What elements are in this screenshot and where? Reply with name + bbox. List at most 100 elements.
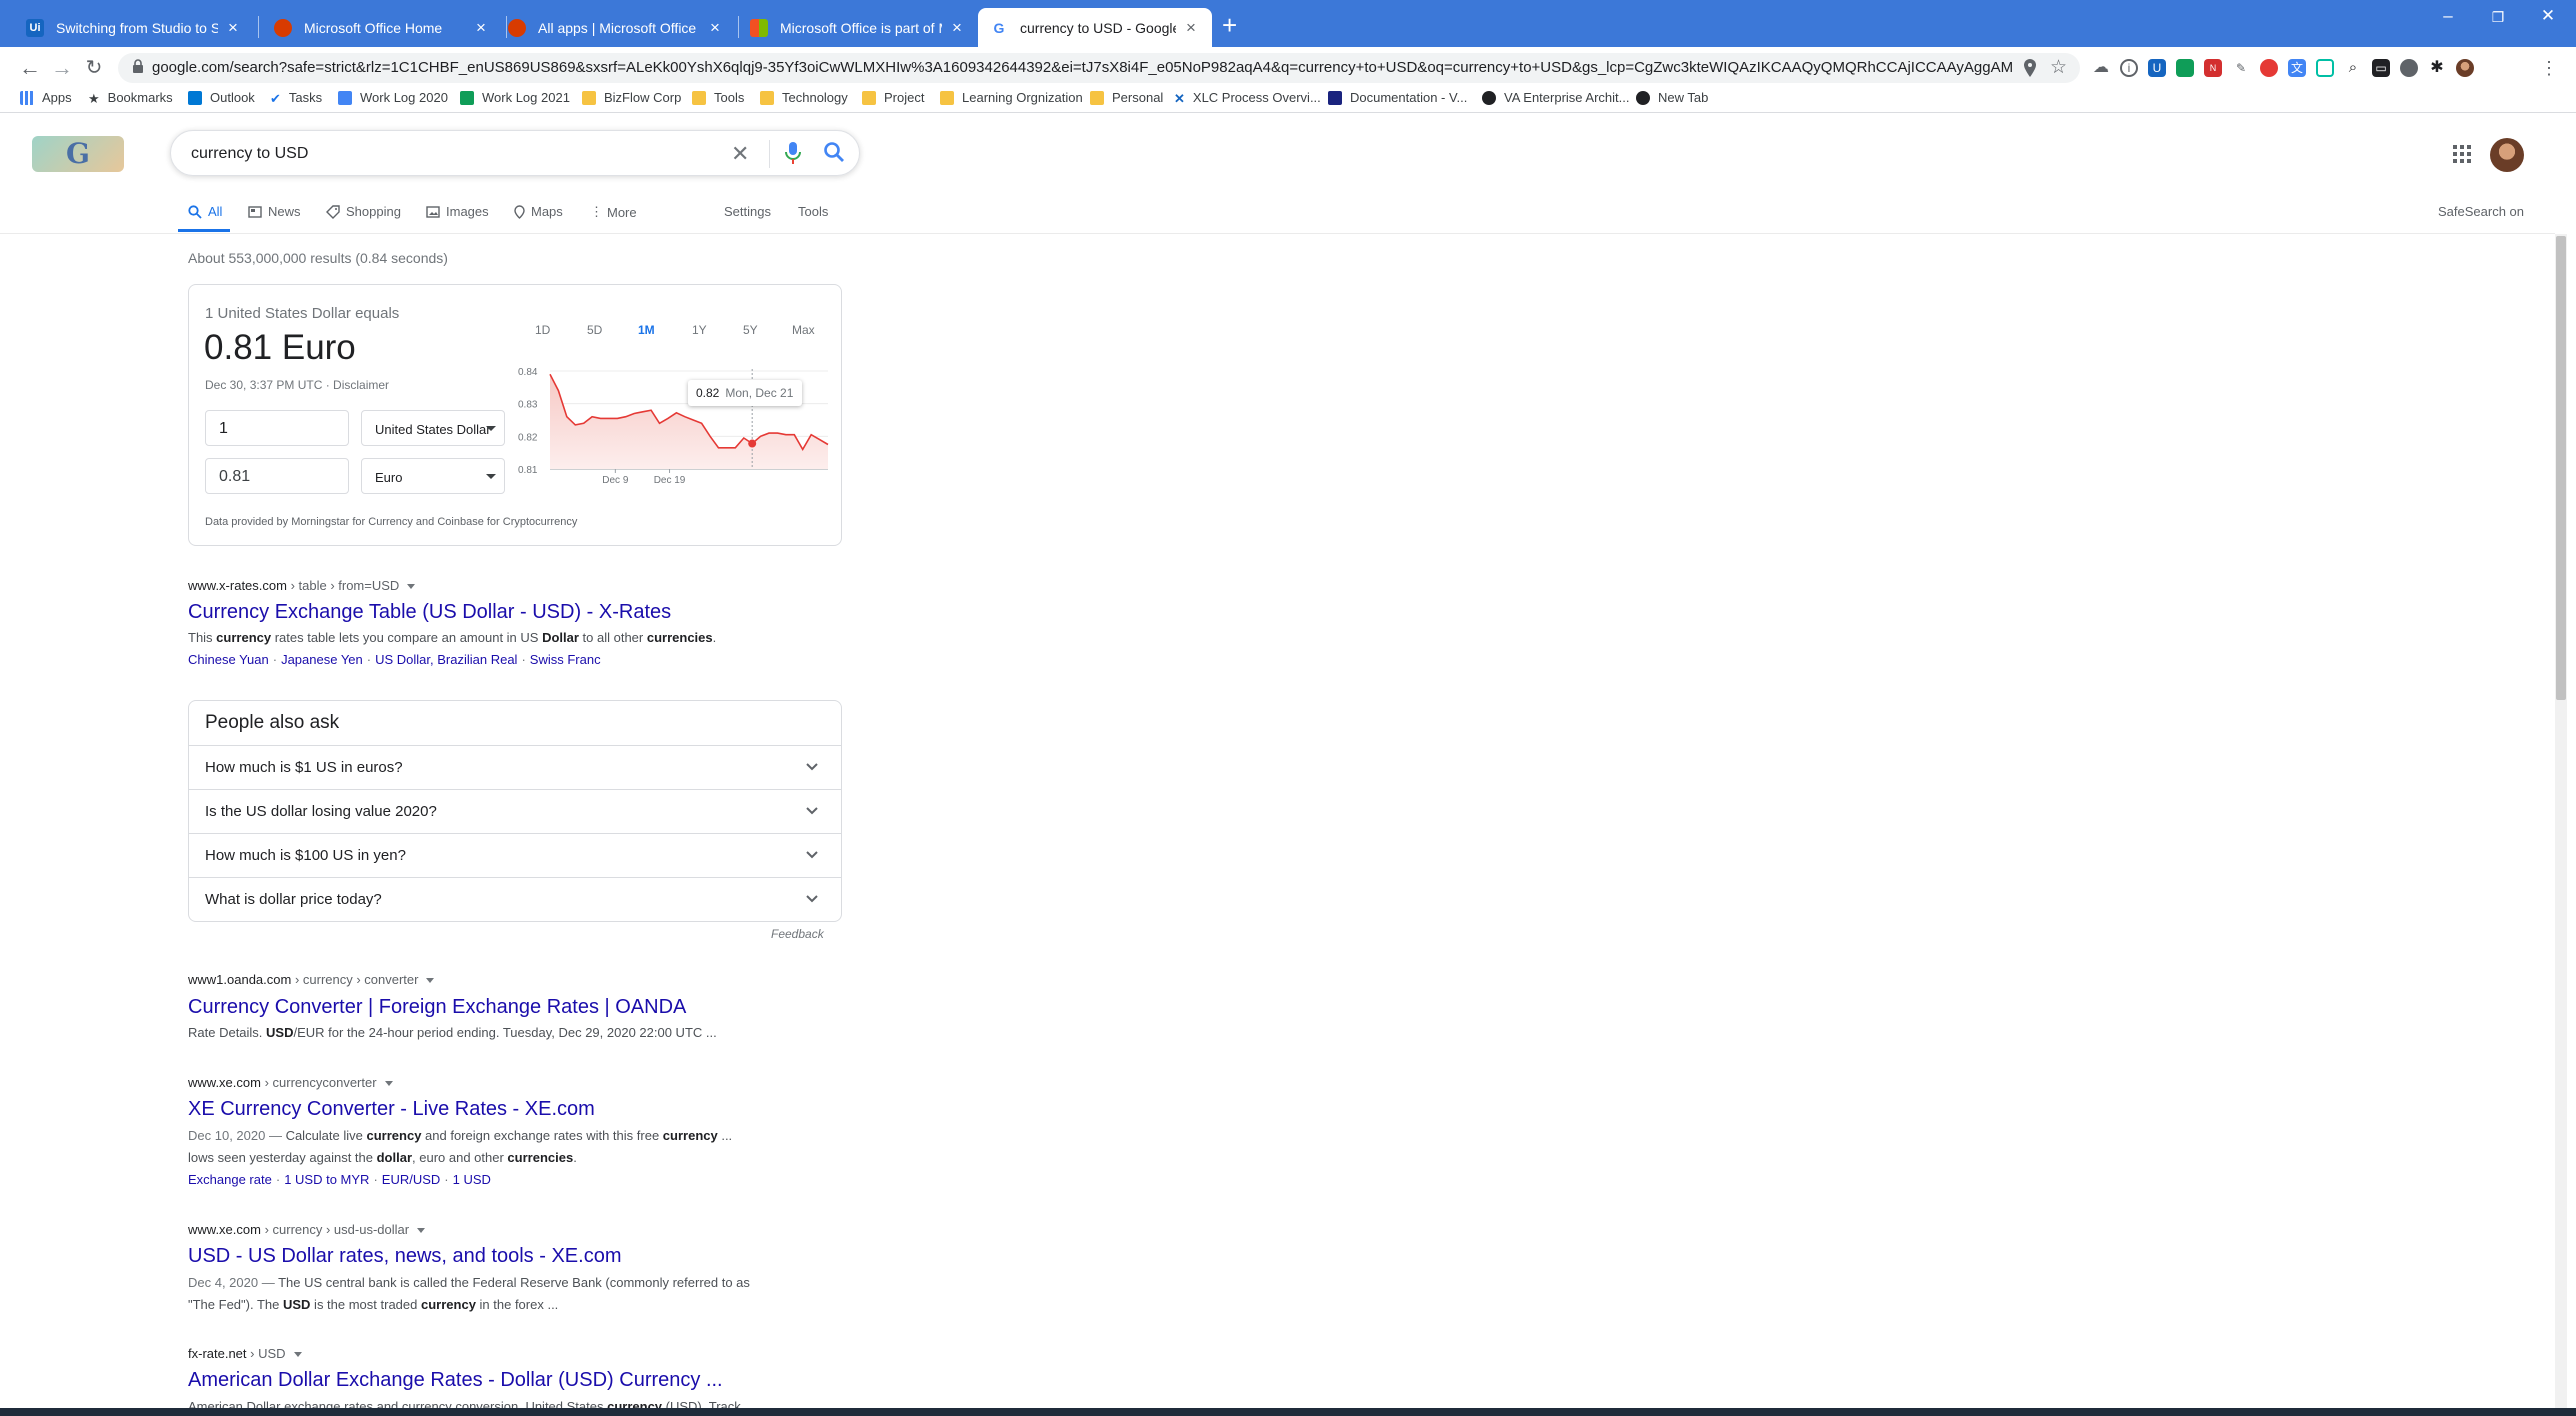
result-citation[interactable]: www.xe.com › currency › usd-us-dollar [188,1222,426,1237]
red-extension-icon[interactable] [2260,59,2278,77]
sitelink[interactable]: 1 USD [453,1172,491,1187]
translate-extension-icon[interactable]: 文 [2288,59,2306,77]
bookmark-bookmarks[interactable]: ★ Bookmarks [88,90,173,106]
from-amount-input[interactable]: 1 [205,410,349,446]
range-1d[interactable]: 1D [535,323,550,337]
chart-point[interactable] [573,423,577,427]
chart-point[interactable] [716,446,720,450]
tab-news[interactable]: News [248,204,301,219]
chart-point[interactable] [565,415,569,419]
chart-point[interactable] [691,418,695,422]
bookmark-work-log-2021[interactable]: Work Log 2021 [460,90,570,105]
tab-maps[interactable]: Maps [514,204,563,219]
bookmark-technology[interactable]: Technology [760,90,848,105]
caret-down-icon[interactable] [384,1081,393,1087]
close-tab-icon[interactable]: × [224,18,242,38]
browser-tab[interactable]: All apps | Microsoft Office × [496,8,736,47]
sitelink[interactable]: Japanese Yen [281,652,363,667]
chart-point[interactable] [556,389,560,393]
chart-point[interactable] [818,438,822,442]
sitelink[interactable]: Swiss Franc [530,652,601,667]
result-citation[interactable]: fx-rate.net › USD [188,1346,302,1361]
caret-down-icon[interactable] [407,584,416,590]
bookmark-xlc-process[interactable]: ✕ XLC Process Overvi... [1174,90,1321,106]
paa-question[interactable]: What is dollar price today? [189,877,841,921]
info-extension-icon[interactable]: i [2120,59,2138,77]
browser-tab[interactable]: Microsoft Office Home × [262,8,502,47]
clear-search-icon[interactable]: ✕ [731,141,749,167]
sitelink[interactable]: 1 USD to MYR [284,1172,369,1187]
chart-point[interactable] [733,446,737,450]
sheets-extension-icon[interactable] [2176,59,2194,77]
minimize-window-icon[interactable]: – [2428,6,2468,26]
bookmark-learning-orgnization[interactable]: Learning Orgnization [940,90,1083,105]
caret-down-icon[interactable] [293,1352,302,1358]
kebab-menu-icon[interactable]: ⋮ [2540,59,2558,77]
result-citation[interactable]: www1.oanda.com › currency › converter [188,972,435,987]
bookmark-work-log-2020[interactable]: Work Log 2020 [338,90,448,105]
reload-icon[interactable]: ↻ [80,55,108,80]
account-avatar[interactable] [2490,138,2524,172]
result-citation[interactable]: www.x-rates.com › table › from=USD [188,578,416,593]
paa-question[interactable]: How much is $100 US in yen? [189,833,841,877]
google-apps-grid-icon[interactable] [2452,144,2472,164]
close-window-icon[interactable]: ✕ [2528,6,2568,26]
chart-point[interactable] [759,434,763,438]
sitelink[interactable]: EUR/USD [382,1172,441,1187]
range-5d[interactable]: 5D [587,323,602,337]
close-tab-icon[interactable]: × [948,18,966,38]
chart-point[interactable] [801,447,805,451]
chart-point[interactable] [548,372,552,376]
search-input[interactable]: currency to USD [191,145,308,163]
result-title-link[interactable]: Currency Converter | Foreign Exchange Ra… [188,996,686,1019]
browser-tab-active[interactable]: G currency to USD - Google Search × [978,8,1212,47]
bookmark-star-icon[interactable]: ☆ [2050,56,2067,79]
sitelink[interactable]: US Dollar, Brazilian Real [375,652,517,667]
chart-point[interactable] [599,416,603,420]
puzzle-extensions-icon[interactable]: ✱ [2428,59,2446,77]
scrollbar-thumb[interactable] [2556,236,2566,700]
chart-point[interactable] [826,443,830,447]
paa-question[interactable]: Is the US dollar losing value 2020? [189,789,841,833]
chart-point[interactable] [607,416,611,420]
close-tab-icon[interactable]: × [1182,18,1200,38]
bookmark-bizflow-corp[interactable]: BizFlow Corp [582,90,681,105]
chart-point[interactable] [683,415,687,419]
uipath-extension-icon[interactable]: U [2148,59,2166,77]
browser-tab[interactable]: Microsoft Office is part of Microsoft × [738,8,978,47]
address-bar[interactable]: google.com/search?safe=strict&rlz=1C1CHB… [118,53,2080,83]
to-currency-select[interactable]: Euro [361,458,505,494]
chart-point[interactable] [624,415,628,419]
tab-shopping[interactable]: Shopping [326,204,401,219]
search-extension-icon[interactable]: ⌕ [2344,59,2362,77]
location-pin-icon[interactable] [2024,59,2036,77]
paa-question[interactable]: How much is $1 US in euros? [189,745,841,789]
forward-arrow-icon[interactable]: → [48,55,76,81]
chart-point[interactable] [784,433,788,437]
chart-point[interactable] [792,433,796,437]
converter-timestamp[interactable]: Dec 30, 3:37 PM UTC · Disclaimer [205,378,389,392]
chart-point[interactable] [708,434,712,438]
result-title-link[interactable]: XE Currency Converter - Live Rates - XE.… [188,1098,595,1121]
sitelink[interactable]: Exchange rate [188,1172,272,1187]
chart-point[interactable] [674,411,678,415]
bookmark-outlook[interactable]: Outlook [188,90,255,105]
bookmark-new-tab[interactable]: New Tab [1636,90,1708,105]
chart-point[interactable] [615,416,619,420]
chart-point[interactable] [641,410,645,414]
bookmark-documentation[interactable]: Documentation - V... [1328,90,1467,105]
result-citation[interactable]: www.xe.com › currencyconverter [188,1075,393,1090]
range-max[interactable]: Max [792,323,815,337]
google-doodle-logo[interactable]: G [32,136,124,172]
result-title-link[interactable]: Currency Exchange Table (US Dollar - USD… [188,601,671,624]
bookmark-personal[interactable]: Personal [1090,90,1163,105]
chart-point[interactable] [700,421,704,425]
browser-tab[interactable]: Ui Switching from Studio to StudioX × [14,8,254,47]
range-1m[interactable]: 1M [638,323,655,337]
chart-point[interactable] [658,421,662,425]
restore-window-icon[interactable]: ❐ [2478,9,2518,26]
result-title-link[interactable]: USD - US Dollar rates, news, and tools -… [188,1245,621,1268]
chart-point[interactable] [742,436,746,440]
bookmark-apps[interactable]: Apps [20,90,72,105]
tools-link[interactable]: Tools [798,204,828,219]
